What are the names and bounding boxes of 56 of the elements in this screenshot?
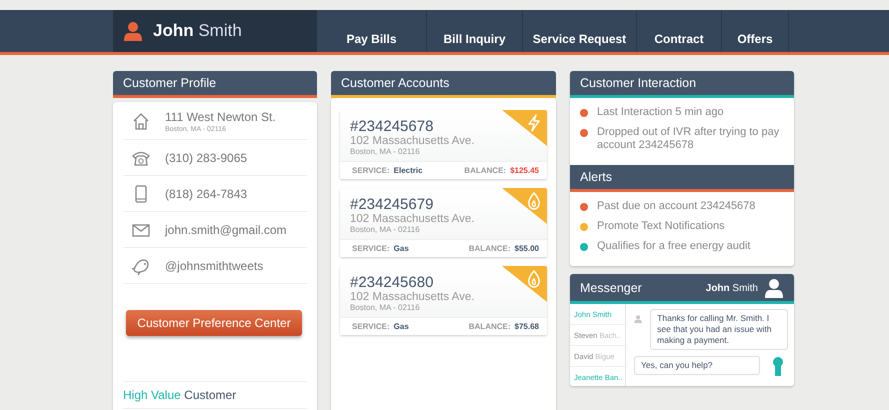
- account-city: Boston, MA - 02116: [350, 147, 421, 156]
- service-value: Electric: [394, 166, 423, 175]
- account-street: 102 Massachusetts Ave.: [350, 213, 476, 225]
- corner-banner: [502, 188, 547, 224]
- panel-header: Customer Accounts: [331, 71, 556, 98]
- nav-tab[interactable]: Contract: [637, 10, 722, 52]
- balance-value: $75.68: [514, 322, 539, 331]
- account-street: 102 Massachusetts Ave.: [350, 291, 476, 303]
- panel-header: Messenger: [580, 281, 642, 295]
- user-name: John Smith: [153, 21, 242, 41]
- nav-tab[interactable]: Pay Bills: [317, 10, 427, 52]
- account-number: #234245678: [350, 118, 434, 135]
- panel-header: Customer Profile: [113, 71, 317, 98]
- status-text: Past due on account 234245678: [597, 200, 756, 213]
- house-icon: [131, 110, 151, 130]
- service-label: SERVICE:: [352, 244, 390, 253]
- account-number: #234245679: [350, 196, 434, 213]
- status-text: Promote Text Notifications: [597, 220, 725, 233]
- customer-tier: High Value Customer: [123, 381, 307, 409]
- balance-value: $55.00: [514, 244, 539, 253]
- service-label: SERVICE:: [352, 166, 390, 175]
- person-icon: [764, 278, 784, 298]
- contact-text: (310) 283-9065: [165, 150, 248, 164]
- account-city: Boston, MA - 02116: [350, 303, 421, 312]
- corner-banner: [502, 110, 547, 146]
- service-value: Gas: [394, 322, 409, 331]
- account-city: Boston, MA - 02116: [350, 225, 421, 234]
- balance-label: BALANCE:: [468, 244, 511, 253]
- address-text: 111 West Newton St.: [165, 110, 276, 124]
- account-card[interactable]: #234245678 102 Massachusetts Ave. Boston, MA - 02116 SERVICE: Electric BALANCE: $125.45: [340, 110, 547, 179]
- panel-header: Customer Interaction: [570, 71, 794, 98]
- nav-tab[interactable]: Offers: [722, 10, 789, 52]
- service-value: Gas: [394, 244, 409, 253]
- account-card[interactable]: #234245679 102 Massachusetts Ave. Boston, MA - 02116 SERVICE: Gas BALANCE: $55.00: [340, 188, 547, 257]
- preference-center-button[interactable]: Customer Preference Center: [126, 310, 302, 336]
- contact-text: john.smith@gmail.com: [165, 222, 287, 236]
- balance-value: $125.45: [510, 166, 539, 175]
- status-text: Last Interaction 5 min ago: [597, 106, 724, 119]
- message-bubble: Yes, can you help?: [634, 356, 760, 375]
- account-number: #234245680: [350, 274, 434, 291]
- balance-label: BALANCE:: [468, 322, 511, 331]
- account-card[interactable]: #234245680 102 Massachusetts Ave. Boston, MA - 02116 SERVICE: Gas BALANCE: $75.68: [340, 266, 547, 335]
- panel-header: Alerts: [570, 165, 794, 192]
- status-text: Qualifies for a free energy audit: [597, 240, 750, 253]
- user-name: John Smith: [706, 282, 758, 294]
- balance-label: BALANCE:: [464, 166, 506, 175]
- person-icon: [123, 21, 143, 41]
- status-text: Dropped out of IVR after trying to pay account 234245678: [597, 126, 780, 152]
- corner-banner: [502, 266, 547, 302]
- nav-tab[interactable]: Bill Inquiry: [427, 10, 523, 52]
- account-street: 102 Massachusetts Ave.: [350, 135, 476, 147]
- contact-text: (818) 264-7843: [165, 186, 248, 200]
- contact-text: @johnsmithtweets: [165, 258, 264, 272]
- nav-tab[interactable]: Service Request: [523, 10, 637, 52]
- service-label: SERVICE:: [352, 322, 390, 331]
- message-bubble: Thanks for calling Mr. Smith. I see that you had an issue with making a payment.: [650, 309, 788, 350]
